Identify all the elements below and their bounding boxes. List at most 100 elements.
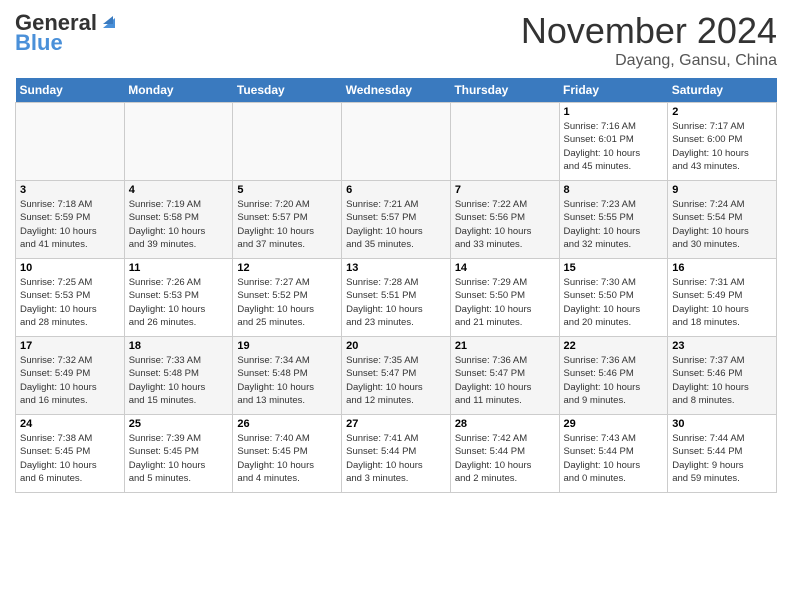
day-number: 24 xyxy=(20,418,120,430)
day-number: 25 xyxy=(129,418,229,430)
day-info: Sunrise: 7:21 AMSunset: 5:57 PMDaylight:… xyxy=(346,198,446,251)
day-info: Sunrise: 7:41 AMSunset: 5:44 PMDaylight:… xyxy=(346,432,446,485)
calendar-cell: 7Sunrise: 7:22 AMSunset: 5:56 PMDaylight… xyxy=(450,181,559,259)
calendar-week-4: 17Sunrise: 7:32 AMSunset: 5:49 PMDayligh… xyxy=(16,337,777,415)
calendar-cell: 12 Sunrise: 7:27 AMSunset: 5:52 PMDayligh… xyxy=(233,259,342,337)
day-info: Sunrise: 7:26 AMSunset: 5:53 PMDaylight:… xyxy=(129,276,229,329)
calendar-week-5: 24 Sunrise: 7:38 AMSunset: 5:45 PMDayligh… xyxy=(16,415,777,493)
col-saturday: Saturday xyxy=(668,78,777,103)
day-info: Sunrise: 7:19 AMSunset: 5:58 PMDaylight:… xyxy=(129,198,229,251)
calendar-cell xyxy=(233,103,342,181)
day-info: Sunrise: 7:38 AMSunset: 5:45 PMDaylight:… xyxy=(20,432,120,485)
calendar-cell: 11 Sunrise: 7:26 AMSunset: 5:53 PMDayligh… xyxy=(124,259,233,337)
day-number: 5 xyxy=(237,184,337,196)
calendar-cell: 8Sunrise: 7:23 AMSunset: 5:55 PMDaylight… xyxy=(559,181,668,259)
day-info: Sunrise: 7:33 AMSunset: 5:48 PMDaylight:… xyxy=(129,354,229,407)
calendar-cell: 10 Sunrise: 7:25 AMSunset: 5:53 PMDayligh… xyxy=(16,259,125,337)
calendar-week-3: 10 Sunrise: 7:25 AMSunset: 5:53 PMDayligh… xyxy=(16,259,777,337)
calendar-cell: 24 Sunrise: 7:38 AMSunset: 5:45 PMDayligh… xyxy=(16,415,125,493)
col-monday: Monday xyxy=(124,78,233,103)
calendar-cell: 28Sunrise: 7:42 AMSunset: 5:44 PMDayligh… xyxy=(450,415,559,493)
day-info: Sunrise: 7:23 AMSunset: 5:55 PMDaylight:… xyxy=(564,198,664,251)
calendar-cell xyxy=(450,103,559,181)
calendar-cell xyxy=(16,103,125,181)
col-tuesday: Tuesday xyxy=(233,78,342,103)
day-info: Sunrise: 7:40 AMSunset: 5:45 PMDaylight:… xyxy=(237,432,337,485)
day-info: Sunrise: 7:30 AMSunset: 5:50 PMDaylight:… xyxy=(564,276,664,329)
day-number: 18 xyxy=(129,340,229,352)
day-info: Sunrise: 7:29 AMSunset: 5:50 PMDaylight:… xyxy=(455,276,555,329)
calendar-cell: 6 Sunrise: 7:21 AMSunset: 5:57 PMDaylight… xyxy=(342,181,451,259)
day-number: 10 xyxy=(20,262,120,274)
logo-blue: Blue xyxy=(15,30,63,56)
calendar-table: Sunday Monday Tuesday Wednesday Thursday… xyxy=(15,78,777,493)
day-info: Sunrise: 7:39 AMSunset: 5:45 PMDaylight:… xyxy=(129,432,229,485)
day-info: Sunrise: 7:18 AMSunset: 5:59 PMDaylight:… xyxy=(20,198,120,251)
day-number: 14 xyxy=(455,262,555,274)
day-info: Sunrise: 7:17 AMSunset: 6:00 PMDaylight:… xyxy=(672,120,772,173)
day-info: Sunrise: 7:22 AMSunset: 5:56 PMDaylight:… xyxy=(455,198,555,251)
day-info: Sunrise: 7:25 AMSunset: 5:53 PMDaylight:… xyxy=(20,276,120,329)
calendar-cell xyxy=(124,103,233,181)
month-title: November 2024 xyxy=(521,10,777,52)
day-number: 4 xyxy=(129,184,229,196)
day-info: Sunrise: 7:31 AMSunset: 5:49 PMDaylight:… xyxy=(672,276,772,329)
day-number: 23 xyxy=(672,340,772,352)
day-number: 16 xyxy=(672,262,772,274)
day-info: Sunrise: 7:42 AMSunset: 5:44 PMDaylight:… xyxy=(455,432,555,485)
day-number: 2 xyxy=(672,106,772,118)
day-number: 12 xyxy=(237,262,337,274)
day-number: 13 xyxy=(346,262,446,274)
day-number: 30 xyxy=(672,418,772,430)
day-number: 19 xyxy=(237,340,337,352)
day-info: Sunrise: 7:43 AMSunset: 5:44 PMDaylight:… xyxy=(564,432,664,485)
calendar-cell: 14 Sunrise: 7:29 AMSunset: 5:50 PMDayligh… xyxy=(450,259,559,337)
calendar-cell: 3 Sunrise: 7:18 AMSunset: 5:59 PMDaylight… xyxy=(16,181,125,259)
day-number: 11 xyxy=(129,262,229,274)
calendar-cell: 1 Sunrise: 7:16 AMSunset: 6:01 PMDaylight… xyxy=(559,103,668,181)
calendar-cell: 4 Sunrise: 7:19 AMSunset: 5:58 PMDaylight… xyxy=(124,181,233,259)
day-info: Sunrise: 7:44 AMSunset: 5:44 PMDaylight:… xyxy=(672,432,772,485)
calendar-week-2: 3 Sunrise: 7:18 AMSunset: 5:59 PMDaylight… xyxy=(16,181,777,259)
logo: General Blue xyxy=(15,10,117,56)
day-number: 1 xyxy=(564,106,664,118)
day-info: Sunrise: 7:35 AMSunset: 5:47 PMDaylight:… xyxy=(346,354,446,407)
day-number: 26 xyxy=(237,418,337,430)
day-info: Sunrise: 7:20 AMSunset: 5:57 PMDaylight:… xyxy=(237,198,337,251)
day-number: 9 xyxy=(672,184,772,196)
day-info: Sunrise: 7:28 AMSunset: 5:51 PMDaylight:… xyxy=(346,276,446,329)
day-number: 15 xyxy=(564,262,664,274)
calendar-cell: 21 Sunrise: 7:36 AMSunset: 5:47 PMDayligh… xyxy=(450,337,559,415)
calendar-cell: 23Sunrise: 7:37 AMSunset: 5:46 PMDayligh… xyxy=(668,337,777,415)
calendar-cell: 27 Sunrise: 7:41 AMSunset: 5:44 PMDayligh… xyxy=(342,415,451,493)
day-number: 20 xyxy=(346,340,446,352)
calendar-cell: 15 Sunrise: 7:30 AMSunset: 5:50 PMDayligh… xyxy=(559,259,668,337)
title-block: November 2024 Dayang, Gansu, China xyxy=(521,10,777,70)
header-row: Sunday Monday Tuesday Wednesday Thursday… xyxy=(16,78,777,103)
calendar-cell: 9Sunrise: 7:24 AMSunset: 5:54 PMDaylight… xyxy=(668,181,777,259)
day-info: Sunrise: 7:36 AMSunset: 5:47 PMDaylight:… xyxy=(455,354,555,407)
calendar-cell: 19Sunrise: 7:34 AMSunset: 5:48 PMDayligh… xyxy=(233,337,342,415)
day-number: 22 xyxy=(564,340,664,352)
page-container: General Blue November 2024 Dayang, Gansu… xyxy=(0,0,792,503)
calendar-cell: 5 Sunrise: 7:20 AMSunset: 5:57 PMDaylight… xyxy=(233,181,342,259)
day-info: Sunrise: 7:16 AMSunset: 6:01 PMDaylight:… xyxy=(564,120,664,173)
calendar-cell: 2 Sunrise: 7:17 AMSunset: 6:00 PMDaylight… xyxy=(668,103,777,181)
day-info: Sunrise: 7:32 AMSunset: 5:49 PMDaylight:… xyxy=(20,354,120,407)
day-number: 27 xyxy=(346,418,446,430)
calendar-cell: 29Sunrise: 7:43 AMSunset: 5:44 PMDayligh… xyxy=(559,415,668,493)
calendar-cell: 18 Sunrise: 7:33 AMSunset: 5:48 PMDayligh… xyxy=(124,337,233,415)
col-thursday: Thursday xyxy=(450,78,559,103)
location: Dayang, Gansu, China xyxy=(521,52,777,70)
calendar-cell: 30 Sunrise: 7:44 AMSunset: 5:44 PMDayligh… xyxy=(668,415,777,493)
day-number: 3 xyxy=(20,184,120,196)
calendar-cell: 25 Sunrise: 7:39 AMSunset: 5:45 PMDayligh… xyxy=(124,415,233,493)
day-number: 6 xyxy=(346,184,446,196)
calendar-cell: 17Sunrise: 7:32 AMSunset: 5:49 PMDayligh… xyxy=(16,337,125,415)
day-info: Sunrise: 7:27 AMSunset: 5:52 PMDaylight:… xyxy=(237,276,337,329)
calendar-week-1: 1 Sunrise: 7:16 AMSunset: 6:01 PMDaylight… xyxy=(16,103,777,181)
header: General Blue November 2024 Dayang, Gansu… xyxy=(15,10,777,70)
calendar-cell: 20 Sunrise: 7:35 AMSunset: 5:47 PMDayligh… xyxy=(342,337,451,415)
calendar-cell: 16 Sunrise: 7:31 AMSunset: 5:49 PMDayligh… xyxy=(668,259,777,337)
day-number: 21 xyxy=(455,340,555,352)
